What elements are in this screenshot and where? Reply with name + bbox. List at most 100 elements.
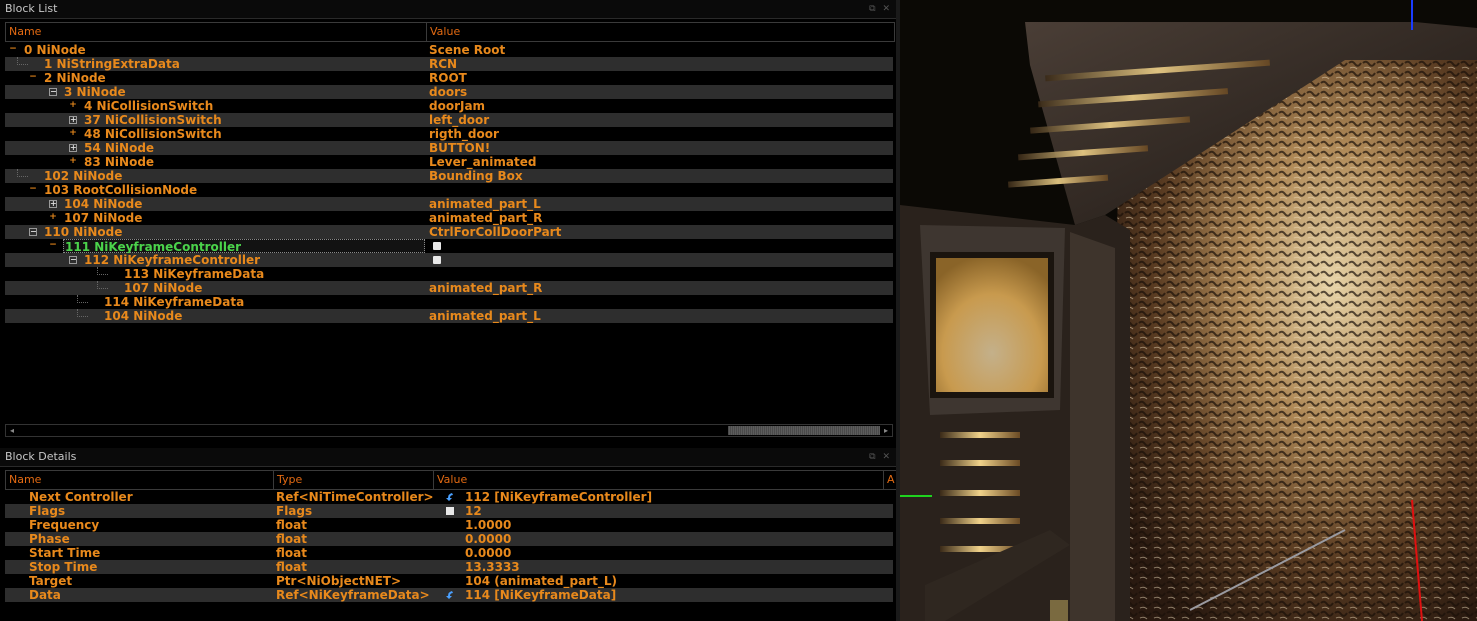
block-name: 1 NiStringExtraData	[44, 57, 180, 71]
collapse-icon[interactable]: −	[29, 185, 37, 194]
collapse-icon[interactable]: −	[69, 256, 77, 264]
expand-icon[interactable]: +	[69, 101, 77, 110]
block-name: 104 NiNode	[64, 197, 143, 211]
block-name: 37 NiCollisionSwitch	[84, 113, 222, 127]
detail-value-text: 0.0000	[465, 532, 512, 546]
detail-type: float	[276, 546, 307, 560]
tree-row[interactable]: 104 NiNode animated_part_L	[5, 309, 893, 323]
detail-name: Flags	[29, 504, 66, 518]
expand-icon[interactable]: +	[69, 116, 77, 124]
detail-value-text: 0.0000	[465, 546, 512, 560]
detail-value-text: 12	[465, 504, 482, 518]
tree-line	[77, 295, 88, 303]
block-value: CtrlForCollDoorPart	[429, 225, 562, 239]
block-name: 103 RootCollisionNode	[44, 183, 198, 197]
tree-row[interactable]: 107 NiNode animated_part_R	[5, 281, 893, 295]
block-name: 83 NiNode	[84, 155, 155, 169]
detail-name: Stop Time	[29, 560, 98, 574]
block-details-header: Name Type Value A	[5, 470, 899, 490]
detail-row[interactable]: Target Ptr<NiObjectNET> 104 (animated_part…	[5, 574, 893, 588]
block-value: animated_part_L	[429, 309, 541, 323]
detail-value-text: 114 [NiKeyframeData]	[465, 588, 617, 602]
tree-row[interactable]: −3 NiNode doors	[5, 85, 893, 99]
detail-row[interactable]: Stop Time float 13.3333	[5, 560, 893, 574]
tree-line	[17, 169, 28, 177]
expand-icon[interactable]: +	[69, 144, 77, 152]
tree-row[interactable]: 1 NiStringExtraData RCN	[5, 57, 893, 71]
col-name[interactable]: Name	[6, 471, 274, 489]
tree-row[interactable]: 114 NiKeyframeData	[5, 295, 893, 309]
block-value	[429, 239, 441, 253]
block-value: animated_part_R	[429, 211, 543, 225]
tree-row[interactable]: +4 NiCollisionSwitch doorJam	[5, 99, 893, 113]
block-value: rigth_door	[429, 127, 499, 141]
collapse-icon[interactable]: −	[29, 73, 37, 82]
flag-icon	[433, 242, 441, 250]
detail-value-text: 112 [NiKeyframeController]	[465, 490, 653, 504]
block-name: 110 NiNode	[44, 225, 123, 239]
block-value: animated_part_L	[429, 197, 541, 211]
tree-row[interactable]: +54 NiNode BUTTON!	[5, 141, 893, 155]
scroll-right-icon[interactable]: ▸	[880, 425, 892, 436]
block-value: animated_part_R	[429, 281, 543, 295]
tree-row[interactable]: −0 NiNode Scene Root	[5, 43, 893, 57]
panel-buttons[interactable]: ⧉ ✕	[869, 0, 892, 18]
block-name: 54 NiNode	[84, 141, 155, 155]
detail-name: Start Time	[29, 546, 101, 560]
tree-row[interactable]: −110 NiNode CtrlForCollDoorPart	[5, 225, 893, 239]
block-name: 2 NiNode	[44, 71, 106, 85]
collapse-icon[interactable]: −	[9, 45, 17, 54]
block-details-title: Block Details ⧉ ✕	[0, 448, 896, 467]
tree-row[interactable]: +107 NiNode animated_part_R	[5, 211, 893, 225]
tree-line	[97, 281, 108, 289]
tree-row[interactable]: +83 NiNode Lever_animated	[5, 155, 893, 169]
detail-row[interactable]: Next Controller Ref<NiTimeController> 112 …	[5, 490, 893, 504]
tree-line	[97, 267, 108, 275]
col-name[interactable]: Name	[6, 23, 427, 41]
3d-viewport[interactable]	[900, 0, 1477, 621]
scroll-left-icon[interactable]: ◂	[6, 425, 18, 436]
panel-buttons[interactable]: ⧉ ✕	[869, 448, 892, 466]
tree-line	[77, 309, 88, 317]
block-value: doorJam	[429, 99, 486, 113]
expand-icon[interactable]: +	[69, 157, 77, 166]
block-value: ROOT	[429, 71, 467, 85]
flag-icon	[433, 256, 441, 264]
detail-type: Ref<NiTimeController>	[276, 490, 434, 504]
col-type[interactable]: Type	[274, 471, 434, 489]
detail-row[interactable]: Start Time float 0.0000	[5, 546, 893, 560]
tree-row[interactable]: −103 RootCollisionNode	[5, 183, 893, 197]
block-name: 111 NiKeyframeController	[63, 239, 425, 254]
detail-name: Target	[29, 574, 73, 588]
tree-row[interactable]: +104 NiNode animated_part_L	[5, 197, 893, 211]
tree-row[interactable]: 102 NiNode Bounding Box	[5, 169, 893, 183]
detail-name: Phase	[29, 532, 70, 546]
expand-icon[interactable]: +	[69, 129, 77, 138]
expand-icon[interactable]: +	[49, 213, 57, 222]
detail-row[interactable]: Data Ref<NiKeyframeData> 114 [NiKeyframeDa…	[5, 588, 893, 602]
block-name: 107 NiNode	[64, 211, 143, 225]
detail-row[interactable]: Frequency float 1.0000	[5, 518, 893, 532]
tree-row[interactable]: −112 NiKeyframeController	[5, 253, 893, 267]
tree-row[interactable]: +37 NiCollisionSwitch left_door	[5, 113, 893, 127]
detail-row[interactable]: Phase float 0.0000	[5, 532, 893, 546]
tree-row[interactable]: −2 NiNode ROOT	[5, 71, 893, 85]
block-name: 48 NiCollisionSwitch	[84, 127, 222, 141]
col-value[interactable]: Value	[434, 471, 884, 489]
col-value[interactable]: Value	[427, 23, 893, 41]
tree-row[interactable]: +48 NiCollisionSwitch rigth_door	[5, 127, 893, 141]
detail-row[interactable]: Flags Flags 12	[5, 504, 893, 518]
block-value: RCN	[429, 57, 458, 71]
expand-icon[interactable]: +	[49, 200, 57, 208]
horizontal-scrollbar[interactable]: ◂ ▸	[5, 424, 893, 437]
link-icon	[446, 493, 453, 501]
tree-row[interactable]: 113 NiKeyframeData	[5, 267, 893, 281]
collapse-icon[interactable]: −	[49, 241, 57, 250]
detail-type: float	[276, 518, 307, 532]
collapse-icon[interactable]: −	[29, 228, 37, 236]
collapse-icon[interactable]: −	[49, 88, 57, 96]
block-value: doors	[429, 85, 468, 99]
tree-row-selected[interactable]: −111 NiKeyframeController	[5, 239, 893, 254]
scroll-thumb[interactable]	[728, 426, 880, 435]
detail-value-text: 104 (animated_part_L)	[465, 574, 618, 588]
